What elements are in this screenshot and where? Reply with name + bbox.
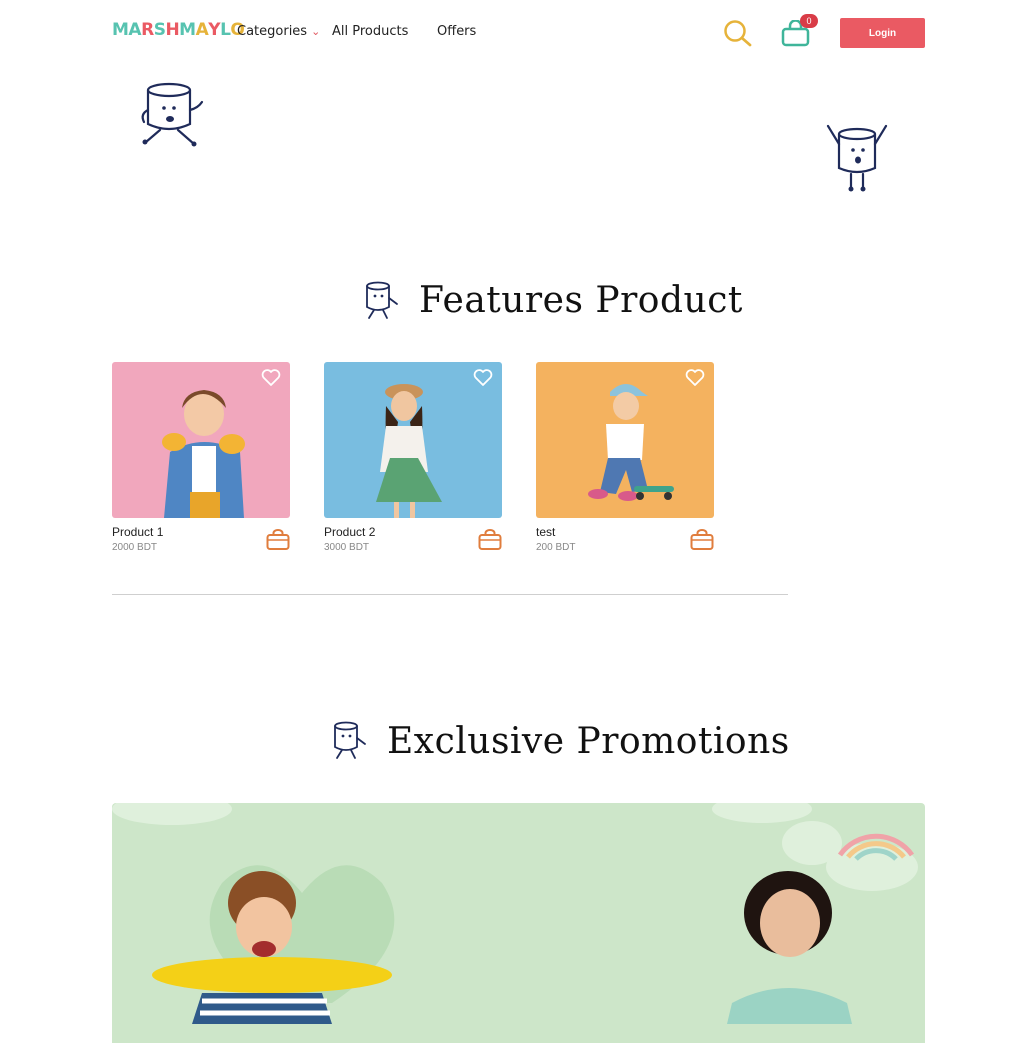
brand-logo[interactable]: MARSHMAYLO — [112, 20, 245, 40]
logo-letter: S — [153, 20, 166, 40]
mascot-heading-icon — [366, 281, 398, 319]
nav-offers[interactable]: Offers — [437, 24, 476, 39]
featured-section-title: Features Product — [419, 280, 743, 321]
mascot-heading-icon — [334, 721, 366, 759]
product-card[interactable]: test 200 BDT — [536, 362, 714, 553]
product-image[interactable] — [324, 362, 502, 518]
nav-categories[interactable]: Categories ⌄ — [237, 24, 320, 39]
product-image[interactable] — [536, 362, 714, 518]
product-name[interactable]: test — [536, 525, 714, 539]
promotions-section-title: Exclusive Promotions — [387, 721, 790, 762]
nav-categories-label: Categories — [237, 24, 308, 39]
section-divider — [112, 594, 788, 595]
add-to-cart-bag-icon[interactable] — [266, 529, 290, 551]
product-price: 2000 BDT — [112, 542, 158, 553]
heart-icon[interactable] — [261, 369, 281, 387]
product-price: 200 BDT — [536, 542, 576, 553]
logo-letter: M — [112, 20, 129, 40]
product-name[interactable]: Product 2 — [324, 525, 502, 539]
logo-letter: Y — [208, 20, 221, 40]
add-to-cart-bag-icon[interactable] — [690, 529, 714, 551]
login-button[interactable]: Login — [840, 18, 925, 48]
marshmallow-mascot-illustration — [141, 82, 204, 147]
nav-all-products[interactable]: All Products — [332, 24, 408, 39]
product-image[interactable] — [112, 362, 290, 518]
chevron-down-icon: ⌄ — [311, 25, 321, 38]
product-card[interactable]: Product 1 2000 BDT — [112, 362, 290, 553]
promotion-banner-artwork — [112, 803, 918, 1024]
logo-letter: L — [220, 20, 231, 40]
logo-letter: H — [165, 20, 180, 40]
promotion-banner[interactable] — [112, 803, 925, 1043]
marshmallow-mascot-illustration — [826, 124, 888, 192]
search-icon[interactable] — [723, 19, 753, 47]
logo-letter: A — [195, 20, 209, 40]
heart-icon[interactable] — [685, 369, 705, 387]
logo-letter: A — [128, 20, 142, 40]
logo-letter: M — [179, 20, 196, 40]
logo-letter: R — [141, 20, 154, 40]
heart-icon[interactable] — [473, 369, 493, 387]
product-price: 3000 BDT — [324, 542, 370, 553]
cart-count-badge: 0 — [800, 14, 818, 28]
product-name[interactable]: Product 1 — [112, 525, 290, 539]
product-card[interactable]: Product 2 3000 BDT — [324, 362, 502, 553]
add-to-cart-bag-icon[interactable] — [478, 529, 502, 551]
